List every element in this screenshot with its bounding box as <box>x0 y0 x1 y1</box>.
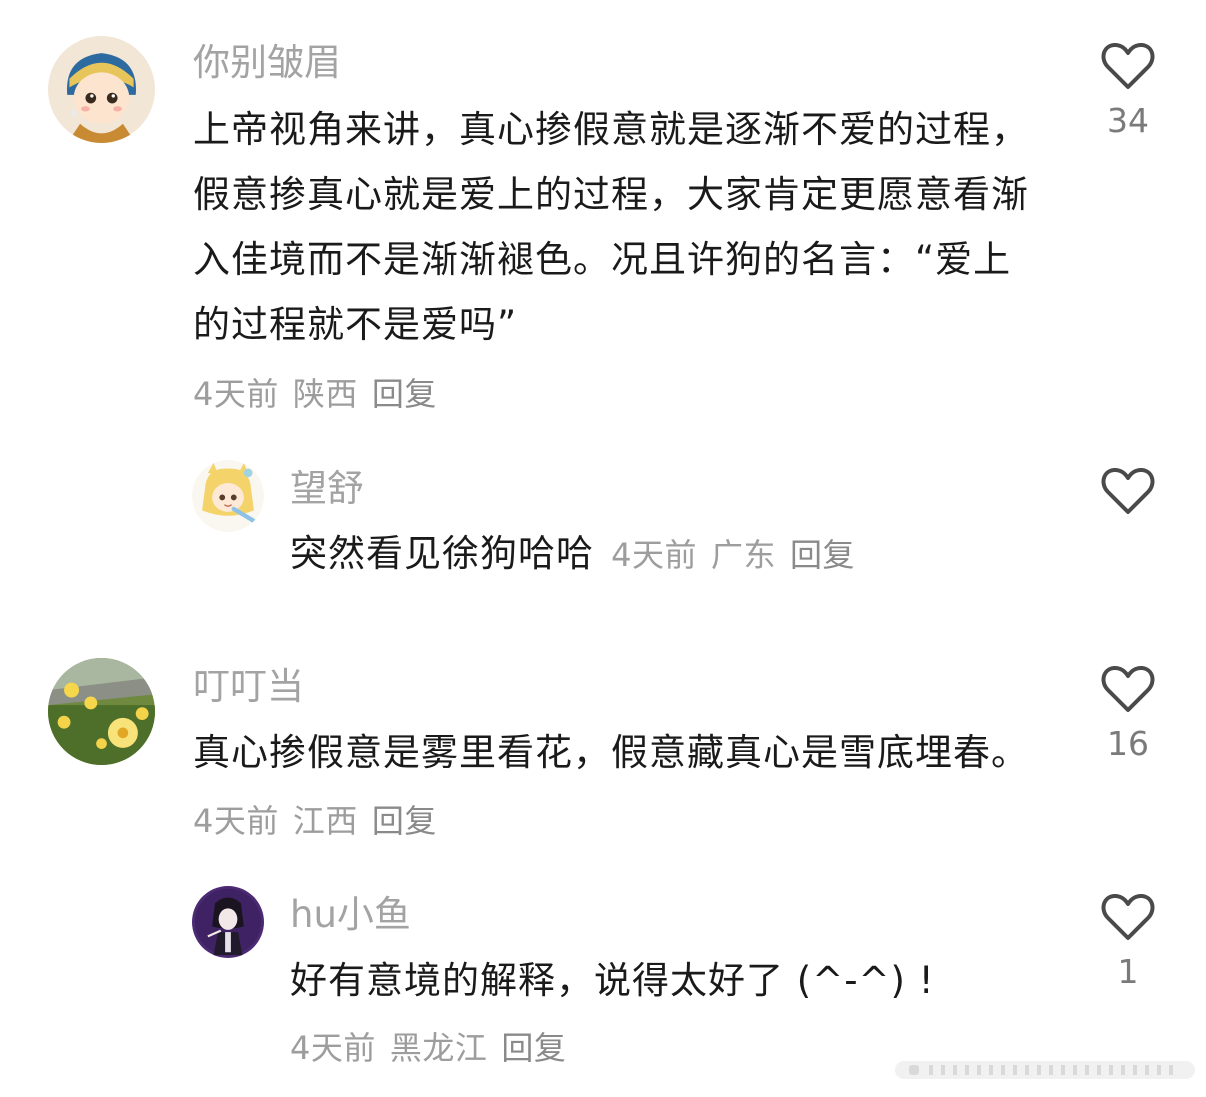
comment-time: 4天前 <box>290 1029 376 1067</box>
comment-meta: 4天前 陕西 回复 <box>193 378 451 410</box>
like-button[interactable]: 34 <box>1088 42 1168 137</box>
comment-body-line: 突然看见徐狗哈哈 4天前 广东 回复 <box>290 535 869 572</box>
avatar[interactable] <box>192 460 264 532</box>
like-count: 16 <box>1107 724 1149 763</box>
comment-location: 江西 <box>292 802 358 840</box>
username[interactable]: 你别皱眉 <box>193 44 341 81</box>
username[interactable]: 叮叮当 <box>193 668 304 705</box>
avatar[interactable] <box>192 886 264 958</box>
like-button[interactable]: 16 <box>1088 665 1168 760</box>
comment-text: 上帝视角来讲，真心掺假意就是逐渐不爱的过程，假意掺真心就是爱上的过程，大家肯定更… <box>193 108 1029 346</box>
comment-text: 突然看见徐狗哈哈 <box>290 532 594 575</box>
comment-location: 陕西 <box>292 375 358 413</box>
username[interactable]: hu小鱼 <box>290 896 411 933</box>
comment-time: 4天前 <box>611 536 697 574</box>
heart-outline-icon <box>1101 467 1155 514</box>
comment-meta: 4天前 广东 回复 <box>611 536 869 574</box>
comment-time: 4天前 <box>193 375 279 413</box>
comment-meta: 4天前 黑龙江 回复 <box>290 1032 580 1064</box>
reply-button[interactable]: 回复 <box>501 1029 566 1067</box>
heart-outline-icon <box>1101 893 1155 940</box>
comment-location: 广东 <box>710 536 776 574</box>
reply-button[interactable]: 回复 <box>790 536 855 574</box>
watermark <box>895 1055 1195 1085</box>
avatar[interactable] <box>48 36 155 143</box>
like-count: 34 <box>1107 101 1149 140</box>
username[interactable]: 望舒 <box>290 470 364 507</box>
heart-outline-icon <box>1101 42 1155 89</box>
comment-meta: 4天前 江西 回复 <box>193 802 451 840</box>
comment-location: 黑龙江 <box>389 1029 488 1067</box>
heart-outline-icon <box>1101 665 1155 712</box>
reply-button[interactable]: 回复 <box>372 375 437 413</box>
comment-time: 4天前 <box>193 802 279 840</box>
comment-text: 好有意境的解释，说得太好了 (^-^) ! <box>290 959 935 1002</box>
comment-text: 真心掺假意是雾里看花，假意藏真心是雪底埋春。 <box>193 731 1029 774</box>
like-button[interactable] <box>1088 467 1168 529</box>
avatar[interactable] <box>48 658 155 765</box>
like-button[interactable]: 1 <box>1088 893 1168 988</box>
reply-button[interactable]: 回复 <box>372 802 437 840</box>
like-count: 1 <box>1117 952 1139 991</box>
comment-text-block: 真心掺假意是雾里看花，假意藏真心是雪底埋春。 4天前 江西 回复 <box>193 720 1038 854</box>
